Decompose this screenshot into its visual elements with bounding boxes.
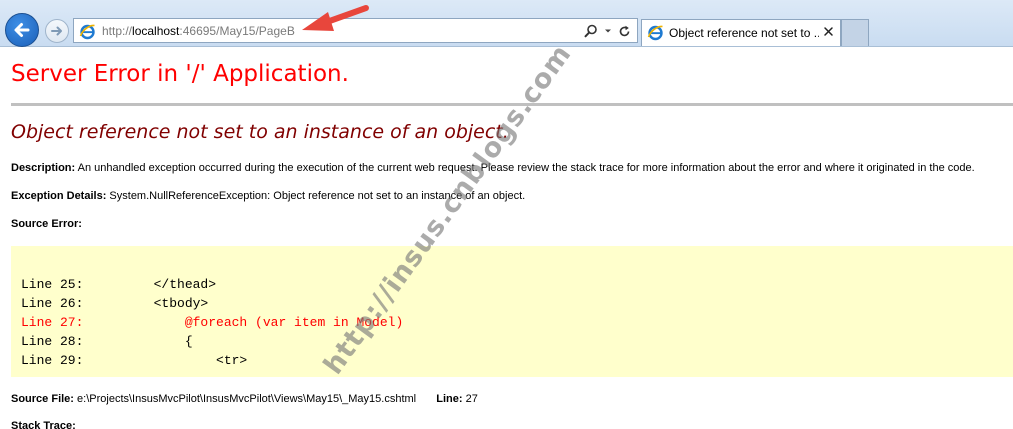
code-line: Line 26: <tbody> [21,296,209,311]
source-error-line: Source Error: [11,218,82,230]
source-file-label: Source File: [11,393,74,405]
stack-trace-line: Stack Trace: [11,420,76,429]
close-icon[interactable] [822,25,835,38]
internet-explorer-icon [647,25,663,41]
browser-tab[interactable]: Object reference not set to ... [641,19,841,46]
url-path: :46695/May15/PageB [179,24,295,38]
source-code-block: Line 25: </thead> Line 26: <tbody> Line … [11,246,1013,377]
back-arrow-icon [14,23,30,37]
refresh-icon[interactable] [618,25,631,38]
internet-explorer-icon [79,24,95,40]
error-message: Object reference not set to an instance … [11,121,509,143]
back-button[interactable] [5,13,39,47]
source-error-label: Source Error: [11,218,82,230]
description-label: Description: [11,162,76,174]
description-text: An unhandled exception occurred during t… [77,162,975,174]
stack-trace-label: Stack Trace: [11,420,76,429]
browser-chrome: http://localhost:46695/May15/PageB Objec… [0,0,1013,47]
forward-arrow-icon [51,26,62,36]
line-number: 27 [465,393,478,405]
url-host: localhost [132,24,180,38]
page-title: Server Error in '/' Application. [11,61,349,87]
source-file-line: Source File: e:\Projects\InsusMvcPilot\I… [11,393,478,405]
search-icon[interactable] [584,24,598,38]
code-line: Line 28: { [21,334,193,349]
source-file-path: e:\Projects\InsusMvcPilot\InsusMvcPilot\… [77,393,417,405]
forward-button[interactable] [45,19,69,43]
annotation-arrow-icon [302,5,369,31]
url-prefix: http:// [102,24,133,38]
chevron-down-icon[interactable] [604,27,612,35]
code-line-highlighted: Line 27: @foreach (var item in Model) [21,315,404,330]
new-tab-button[interactable] [841,19,869,46]
line-label: Line: [436,393,463,405]
exception-label: Exception Details: [11,190,107,202]
tab-title: Object reference not set to ... [669,26,819,40]
code-line: Line 29: <tr> [21,353,248,368]
url-text[interactable]: http://localhost:46695/May15/PageB [102,24,295,38]
address-bar-tools [584,22,631,40]
code-line: Line 25: </thead> [21,277,217,292]
